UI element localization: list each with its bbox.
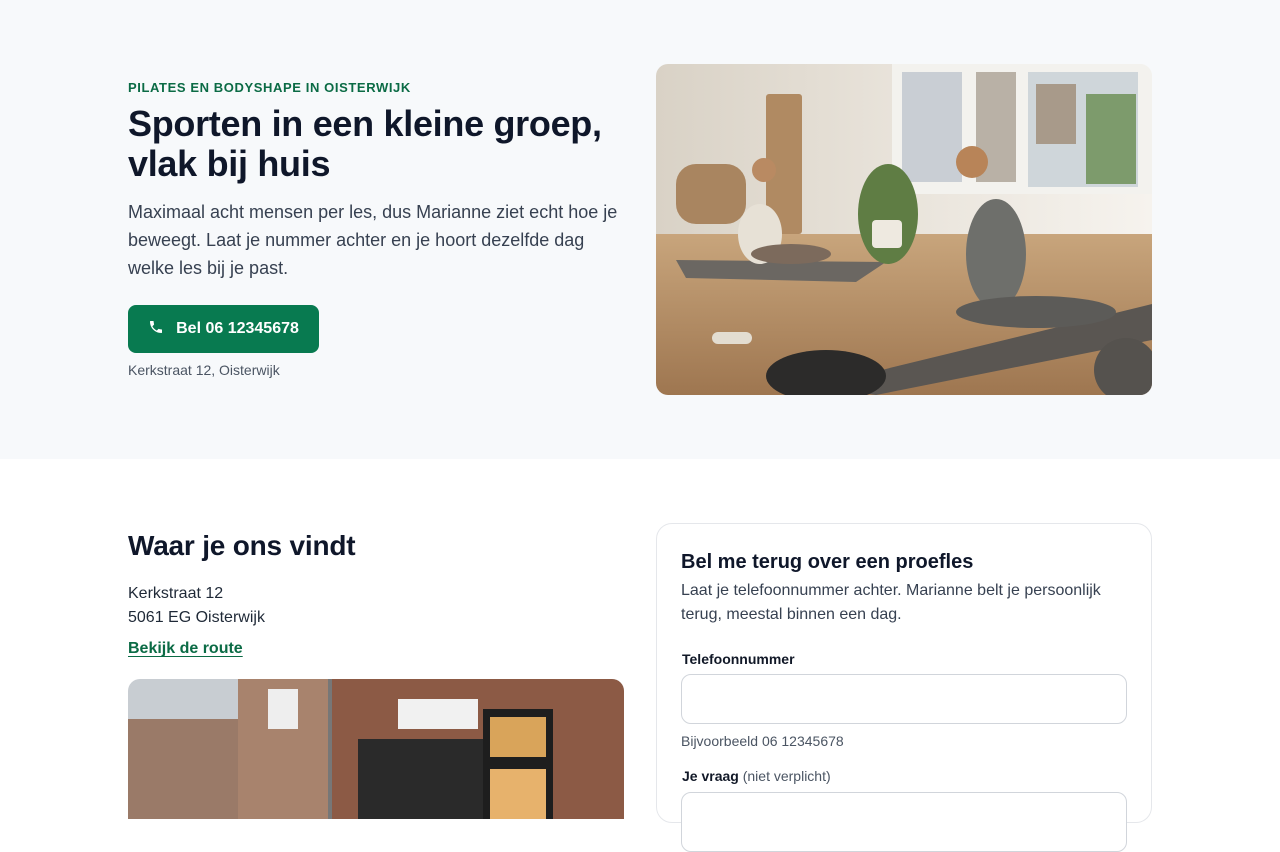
hero-section: PILATES EN BODYSHAPE IN OISTERWIJK Sport…: [0, 0, 1280, 459]
phone-icon: [148, 319, 164, 340]
callback-title: Bel me terug over een proefles: [681, 551, 974, 573]
studio-storefront-photo: [128, 679, 624, 819]
callback-card: Bel me terug over een proefles Laat je t…: [656, 523, 1152, 852]
hero-description: Maximaal acht mensen per les, dus Marian…: [128, 202, 618, 278]
phone-input[interactable]: [681, 674, 1127, 724]
question-optional-note: (niet verplicht): [742, 768, 831, 784]
location-city: 5061 EG Oisterwijk: [128, 609, 265, 626]
question-label: Je vraag (niet verplicht): [682, 768, 831, 784]
hero-title: Sporten in een kleine groep, vlak bij hu…: [128, 103, 602, 184]
phone-hint: Bijvoorbeeld 06 12345678: [681, 733, 844, 749]
question-textarea[interactable]: [681, 792, 1127, 852]
route-link[interactable]: Bekijk de route: [128, 640, 243, 658]
hero-eyebrow: PILATES EN BODYSHAPE IN OISTERWIJK: [128, 80, 411, 95]
pilates-studio-photo: [656, 64, 1152, 395]
call-button[interactable]: Bel 06 12345678: [128, 305, 319, 353]
location-street: Kerkstraat 12: [128, 585, 224, 602]
question-label-text: Je vraag: [682, 768, 739, 784]
hero-address: Kerkstraat 12, Oisterwijk: [128, 362, 280, 378]
call-button-label: Bel 06 12345678: [176, 320, 299, 337]
callback-description: Laat je telefoonnummer achter. Marianne …: [681, 582, 1101, 623]
phone-label: Telefoonnummer: [682, 651, 795, 667]
location-title: Waar je ons vindt: [128, 530, 356, 561]
